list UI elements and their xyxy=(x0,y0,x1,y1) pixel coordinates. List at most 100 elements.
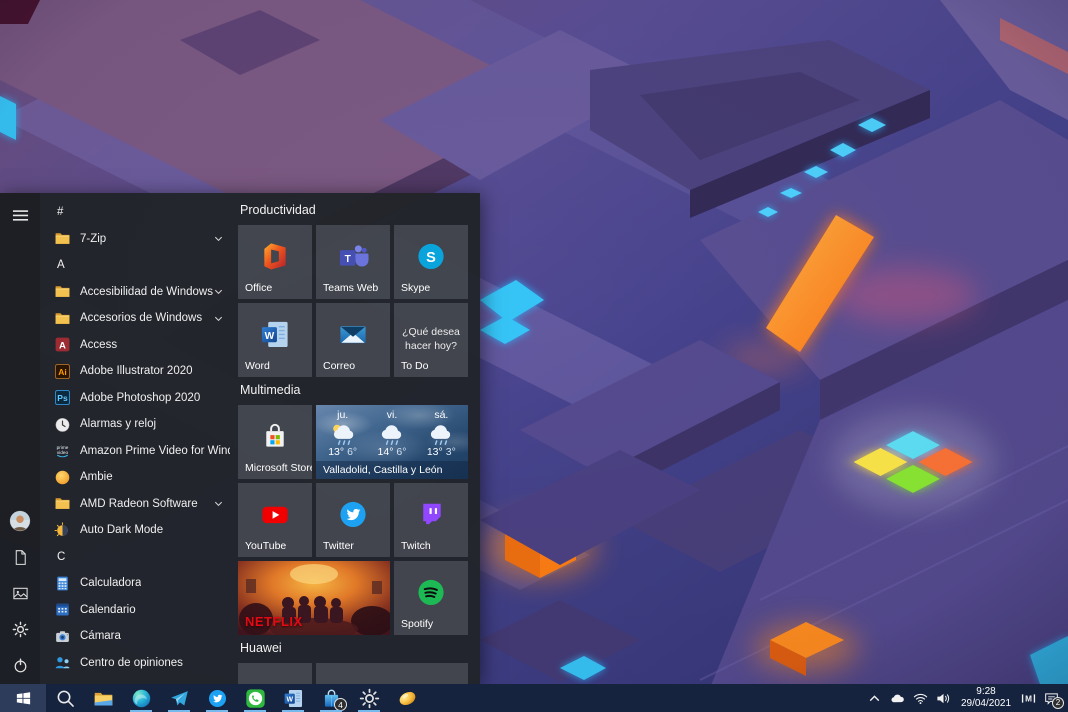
tile-skype[interactable]: SSkype xyxy=(394,225,468,299)
app-item-adobe-illustrator-2020[interactable]: AiAdobe Illustrator 2020 xyxy=(40,358,236,385)
tile-netflix[interactable]: NETFLIX xyxy=(238,561,390,635)
tile-office[interactable]: Office xyxy=(238,225,312,299)
document-icon xyxy=(12,549,29,566)
tile-word[interactable]: WWord xyxy=(238,303,312,377)
clock-time: 9:28 xyxy=(955,686,1017,699)
tray-action-center-button[interactable]: 2 xyxy=(1040,684,1063,712)
rail-documents-button[interactable] xyxy=(4,541,36,573)
tile-spotify[interactable]: Spotify xyxy=(394,561,468,635)
tile-huawei-tile-2[interactable] xyxy=(316,663,468,684)
app-item-camara[interactable]: Cámara xyxy=(40,623,236,650)
app-item-calculadora[interactable]: Calculadora xyxy=(40,570,236,597)
app-item-accesorios-de-windows[interactable]: Accesorios de Windows xyxy=(40,305,236,332)
chevron-down-icon[interactable] xyxy=(213,313,224,324)
svg-text:W: W xyxy=(265,331,275,342)
rail-settings-button[interactable] xyxy=(4,613,36,645)
app-item-label: AMD Radeon Software xyxy=(80,498,198,510)
section-label: # xyxy=(57,206,63,218)
rain-icon xyxy=(427,422,455,446)
app-item-access[interactable]: A Access xyxy=(40,332,236,359)
taskbar-settings-button[interactable] xyxy=(350,684,388,712)
taskbar-whatsapp-button[interactable] xyxy=(236,684,274,712)
svg-text:Ps: Ps xyxy=(57,393,68,403)
tray-onedrive-button[interactable] xyxy=(886,684,909,712)
section-header-a[interactable]: A xyxy=(40,252,236,279)
tray-clock[interactable]: 9:2829/04/2021 xyxy=(955,686,1017,711)
taskbar-gold-app-button[interactable] xyxy=(388,684,426,712)
weather-days: ju.13°6°vi.14°6°sá.13°3° xyxy=(318,408,466,461)
tile-label: Office xyxy=(245,282,272,294)
app-item-label: Amazon Prime Video for Windows xyxy=(80,445,230,457)
tile-microsoft-store[interactable]: Microsoft Store xyxy=(238,405,312,479)
autodark-icon xyxy=(54,522,71,539)
tile-youtube[interactable]: YouTube xyxy=(238,483,312,557)
taskbar-word-button[interactable]: W xyxy=(274,684,312,712)
tile-to-do[interactable]: ¿Qué desea hacer hoy?To Do xyxy=(394,303,468,377)
rail-hamburger-button[interactable] xyxy=(4,199,36,231)
taskbar-search-button[interactable] xyxy=(46,684,84,712)
app-item-auto-dark-mode[interactable]: Auto Dark Mode xyxy=(40,517,236,544)
chevron-down-icon[interactable] xyxy=(213,233,224,244)
section-header-hash[interactable]: # xyxy=(40,199,236,226)
rain-icon xyxy=(378,422,406,446)
temp-high: 13° xyxy=(427,446,443,458)
taskbar-edge-button[interactable] xyxy=(122,684,160,712)
taskbar-microsoft-store-button[interactable]: 4 xyxy=(312,684,350,712)
app-item-label: Access xyxy=(80,339,117,351)
tray-m-indicator-button[interactable]: M xyxy=(1017,684,1040,712)
avatar-icon xyxy=(9,510,31,532)
tile-correo[interactable]: Correo xyxy=(316,303,390,377)
tile-twitter[interactable]: Twitter xyxy=(316,483,390,557)
taskbar-twitter-button[interactable] xyxy=(198,684,236,712)
app-item-calendario[interactable]: Calendario xyxy=(40,597,236,624)
notification-badge: 2 xyxy=(1052,697,1064,709)
tile-teams-web[interactable]: TTeams Web xyxy=(316,225,390,299)
rail-power-button[interactable] xyxy=(4,649,36,681)
tile-twitch[interactable]: Twitch xyxy=(394,483,468,557)
win-start-icon xyxy=(15,690,32,707)
tile-label: Twitter xyxy=(323,540,354,552)
chevron-down-icon[interactable] xyxy=(213,498,224,509)
chevron-down-icon[interactable] xyxy=(213,286,224,297)
app-item-adobe-photoshop-2020[interactable]: Ps Adobe Photoshop 2020 xyxy=(40,385,236,412)
telegram-icon xyxy=(169,688,190,709)
app-item-label: Adobe Photoshop 2020 xyxy=(80,392,200,404)
app-item-accesibilidad-de-windows[interactable]: Accesibilidad de Windows xyxy=(40,279,236,306)
tile-weather[interactable]: ju.13°6°vi.14°6°sá.13°3°Valladolid, Cast… xyxy=(316,405,468,479)
temp-high: 14° xyxy=(378,446,394,458)
app-item-ambie[interactable]: Ambie xyxy=(40,464,236,491)
tile-area: ProductividadOfficeTTeams WebSSkypeWWord… xyxy=(236,193,480,684)
tray-volume-button[interactable] xyxy=(932,684,955,712)
feedback-icon xyxy=(54,654,71,671)
section-label: C xyxy=(57,551,65,563)
rail-pictures-button[interactable] xyxy=(4,577,36,609)
app-item-amd-radeon-software[interactable]: AMD Radeon Software xyxy=(40,491,236,518)
store-badge: 4 xyxy=(334,698,347,711)
app-item-label: 7-Zip xyxy=(80,233,106,245)
tile-grid: Microsoft Store ju.13°6°vi.14°6°sá.13°3°V… xyxy=(238,405,480,635)
tile-label: Microsoft Store xyxy=(245,462,312,474)
app-item-label: Calendario xyxy=(80,604,136,616)
app-item-label: Accesorios de Windows xyxy=(80,312,202,324)
taskbar-file-explorer-button[interactable] xyxy=(84,684,122,712)
svg-text:A: A xyxy=(59,341,66,352)
tray-chevron-up-button[interactable] xyxy=(863,684,886,712)
weather-day: sá.13°3° xyxy=(417,408,466,461)
app-item-alarmas-y-reloj[interactable]: Alarmas y reloj xyxy=(40,411,236,438)
sun-rain-icon xyxy=(329,422,357,446)
tile-group-multimedia: MultimediaMicrosoft Storeju.13°6°vi.14°6… xyxy=(238,381,480,635)
tray-wifi-button[interactable] xyxy=(909,684,932,712)
taskbar-telegram-button[interactable] xyxy=(160,684,198,712)
whatsapp-icon xyxy=(245,688,266,709)
app-item-7-zip[interactable]: 7-Zip xyxy=(40,226,236,253)
camera-icon xyxy=(54,628,71,645)
app-item-amazon-prime-video[interactable]: primevideoAmazon Prime Video for Windows xyxy=(40,438,236,465)
section-header-c[interactable]: C xyxy=(40,544,236,571)
app-item-centro-de-opiniones[interactable]: Centro de opiniones xyxy=(40,650,236,677)
start-button[interactable] xyxy=(0,684,46,712)
rail-user-avatar-button[interactable] xyxy=(4,505,36,537)
tile-huawei-tile-1[interactable] xyxy=(238,663,312,684)
svg-text:video: video xyxy=(57,450,69,455)
folder-icon xyxy=(54,283,71,300)
tile-subtitle: ¿Qué desea hacer hoy? xyxy=(402,325,460,353)
